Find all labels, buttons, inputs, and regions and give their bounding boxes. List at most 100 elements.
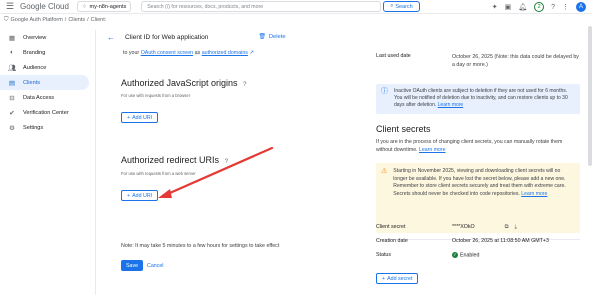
redirect-uris-subtitle: For use with requests from a web server [121, 171, 196, 176]
js-origins-subtitle: For use with requests from a browser [121, 93, 191, 98]
plus-icon: + [127, 192, 131, 199]
gear-icon: ⚙ [9, 124, 15, 132]
trash-icon: 🗑︎ [258, 34, 266, 40]
project-picker[interactable]: ⁘ my-n8n-agents [76, 1, 132, 12]
creation-date-row: Creation date October 26, 2025 at 11:08:… [376, 238, 582, 244]
external-link-icon: ↗ [249, 50, 254, 56]
settings-delay-note: Note: It may take 5 minutes to a few hou… [121, 243, 280, 249]
help-icon[interactable]: ? [551, 4, 555, 11]
cloud-shell-icon[interactable]: ▣ [505, 3, 512, 11]
grid-icon: ▦ [8, 34, 16, 42]
gemini-sparkle-icon[interactable]: ✦ [492, 3, 498, 11]
sidebar-item-verification-center[interactable]: ✔ Verification Center [0, 105, 95, 120]
search-button[interactable]: ⌕ Search [383, 1, 420, 12]
save-button[interactable]: Save [121, 260, 144, 271]
consent-prefix: to your [123, 50, 140, 56]
info-icon: ⓘ [381, 88, 388, 95]
js-origins-title: Authorized JavaScript origins ? [121, 78, 246, 88]
hamburger-menu-icon[interactable]: ☰ [4, 1, 16, 13]
sidebar-item-branding[interactable]: ◐ Branding [0, 45, 95, 60]
scrollbar[interactable] [588, 26, 592, 166]
delete-button[interactable]: 🗑︎ Delete [258, 34, 285, 40]
redirect-uris-title: Authorized redirect URIs ? [121, 155, 228, 165]
breadcrumb-clients[interactable]: Clients [68, 17, 85, 23]
main-content: ← Client ID for Web application 🗑︎ Delet… [97, 26, 365, 295]
sidebar-item-label: Audience [23, 64, 47, 71]
sidebar-item-overview[interactable]: ▦ Overview [0, 30, 95, 45]
warning-text: Starting in November 2025, viewing and d… [393, 168, 575, 228]
people-icon: 👥︎ [8, 64, 17, 72]
learn-more-link[interactable]: Learn more [521, 191, 547, 197]
plus-icon: + [382, 275, 386, 282]
key-icon: ▤ [8, 79, 16, 87]
add-uri-label: Add URI [132, 192, 153, 199]
breadcrumb-separator: / [87, 17, 89, 23]
client-secret-row: Client secret ****XOkO ⧉ ⤓ [376, 224, 582, 231]
status-value: Enabled [460, 252, 480, 259]
creation-date-key: Creation date [376, 238, 408, 244]
secret-actions: ⧉ ⤓ [505, 224, 517, 231]
top-bar: ☰ Google Cloud ⁘ my-n8n-agents Search (/… [0, 0, 592, 14]
status-badge: ✓ Enabled [452, 252, 479, 258]
more-vert-icon[interactable]: ⋮ [562, 3, 569, 11]
project-dots-icon: ⁘ [81, 3, 87, 10]
inactive-client-info: ⓘ Inactive OAuth clients are subject to … [376, 84, 580, 114]
cancel-button[interactable]: Cancel [147, 260, 164, 271]
top-bar-actions: ✦ ▣ 🔔︎ 2 ? ⋮ A [492, 2, 586, 12]
breadcrumb-root[interactable]: Google Auth Platform [11, 17, 63, 23]
sidebar-item-label: Branding [23, 49, 46, 56]
inactive-info-body: Inactive OAuth clients are subject to de… [394, 88, 568, 108]
palette-icon: ◐ [10, 49, 14, 56]
sidebar-item-label: Data Access [23, 94, 55, 101]
add-secret-label: Add secret [387, 275, 413, 282]
breadcrumb: ⛉ Google Auth Platform / Clients / Clien… [0, 15, 592, 25]
shield-icon: ⛉ [4, 16, 9, 23]
creation-date-value: October 26, 2025 at 11:08:50 AM GMT+3 [452, 238, 549, 244]
google-cloud-logo[interactable]: Google Cloud [20, 2, 69, 11]
consent-screen-link[interactable]: OAuth consent screen [141, 50, 193, 56]
copy-icon[interactable]: ⧉ [505, 224, 509, 231]
client-details-panel: Last used date October 26, 2025 (Note: t… [370, 26, 584, 295]
page-title: Client ID for Web application [125, 33, 209, 41]
notification-count-badge[interactable]: 2 [534, 2, 545, 12]
delete-label: Delete [268, 34, 286, 40]
last-used-value: October 26, 2025 (Note: this data could … [452, 54, 579, 68]
download-icon[interactable]: ⤓ [514, 224, 516, 231]
sidebar-item-label: Clients [23, 79, 41, 86]
notifications-icon[interactable]: 🔔︎ [518, 3, 527, 11]
last-used-row: Last used date October 26, 2025 (Note: t… [376, 53, 582, 69]
last-used-key: Last used date [376, 53, 411, 59]
sidebar-item-settings[interactable]: ⚙ Settings [0, 120, 95, 135]
learn-more-link[interactable]: Learn more [419, 147, 446, 153]
add-js-origin-uri-button[interactable]: + Add URI [121, 112, 159, 123]
plus-icon: + [127, 114, 131, 121]
back-arrow-icon[interactable]: ← [107, 33, 115, 42]
avatar[interactable]: A [576, 2, 586, 12]
js-origins-title-text: Authorized JavaScript origins [121, 78, 238, 88]
breadcrumb-current: Client: [90, 17, 107, 23]
check-circle-icon: ✓ [452, 252, 458, 258]
authorized-domains-link[interactable]: authorized domains [202, 50, 248, 56]
redirect-title-text: Authorized redirect URIs [121, 155, 220, 165]
help-circle-icon[interactable]: ? [225, 159, 228, 165]
page-header: ← Client ID for Web application 🗑︎ Delet… [97, 26, 365, 48]
secrets-desc-text: If you are in the process of changing cl… [376, 139, 563, 153]
learn-more-link[interactable]: Learn more [438, 102, 464, 108]
consent-note: to your OAuth consent screen as authoriz… [123, 50, 254, 56]
sidebar-item-label: Settings [23, 124, 44, 131]
add-secret-button[interactable]: + Add secret [376, 273, 419, 284]
inactive-info-text: Inactive OAuth clients are subject to de… [394, 88, 575, 110]
client-secret-key: Client secret [376, 224, 406, 230]
sidebar: ▦ Overview ◐ Branding 👥︎ Audience ▤ Clie… [0, 30, 96, 295]
search-button-label: Search [395, 3, 413, 10]
lock-icon: ⊟ [9, 94, 15, 102]
consent-middle: as [194, 50, 201, 56]
status-row: Status ✓ Enabled [376, 252, 582, 258]
sidebar-item-data-access[interactable]: ⊟ Data Access [0, 90, 95, 105]
add-redirect-uri-button[interactable]: + Add URI [121, 190, 159, 201]
sidebar-item-audience[interactable]: 👥︎ Audience [0, 60, 95, 75]
sidebar-item-clients[interactable]: ▤ Clients [0, 75, 89, 90]
search-input[interactable]: Search (/) for resources, docs, products… [141, 1, 382, 12]
help-circle-icon[interactable]: ? [243, 82, 246, 88]
warning-icon: ⚠ [381, 168, 388, 175]
